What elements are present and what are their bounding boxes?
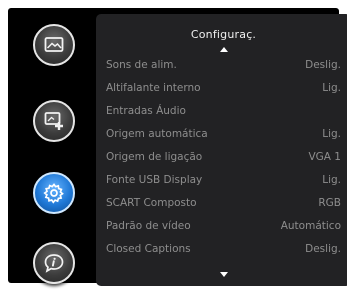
- menu-title: Configuraç.: [190, 28, 257, 41]
- row-value: Lig.: [322, 174, 341, 186]
- row-value: Lig.: [322, 82, 341, 94]
- row-value: Deslig.: [305, 243, 341, 255]
- menu-row-closed-captions[interactable]: Closed Captions Deslig.: [106, 240, 341, 258]
- row-label: SCART Composto: [106, 197, 197, 209]
- row-label: Sons de alim.: [106, 59, 177, 71]
- menu-row-usb-display-source[interactable]: Fonte USB Display Lig.: [106, 171, 341, 189]
- settings-menu-panel: Configuraç. Sons de alim. Deslig. Altifa…: [96, 14, 347, 286]
- scroll-down-arrow[interactable]: [219, 272, 228, 277]
- sidebar-item-information[interactable]: [33, 242, 75, 284]
- menu-row-scart-composite[interactable]: SCART Composto RGB: [106, 194, 341, 212]
- row-label: Altifalante interno: [106, 82, 201, 94]
- row-label: Closed Captions: [106, 243, 191, 255]
- menu-row-startup-source[interactable]: Origem de ligação VGA 1: [106, 148, 341, 166]
- row-value: VGA 1: [308, 151, 341, 163]
- row-label: Padrão de vídeo: [106, 220, 191, 232]
- sidebar-item-picture[interactable]: [33, 24, 75, 66]
- row-value: Deslig.: [305, 59, 341, 71]
- menu-row-internal-speaker[interactable]: Altifalante interno Lig.: [106, 79, 341, 97]
- row-value: Automático: [280, 220, 341, 232]
- scroll-up-arrow[interactable]: [219, 47, 228, 52]
- menu-row-video-standard[interactable]: Padrão de vídeo Automático: [106, 217, 341, 235]
- menu-row-power-sounds[interactable]: Sons de alim. Deslig.: [106, 56, 341, 74]
- osd-window: Configuraç. Sons de alim. Deslig. Altifa…: [8, 8, 347, 286]
- row-label: Origem automática: [106, 128, 208, 140]
- sidebar: [8, 8, 98, 284]
- menu-row-auto-source[interactable]: Origem automática Lig.: [106, 125, 341, 143]
- menu-row-audio-inputs[interactable]: Entradas Áudio: [106, 102, 341, 120]
- row-label: Origem de ligação: [106, 151, 203, 163]
- sidebar-item-advanced[interactable]: [33, 100, 75, 142]
- row-value: RGB: [318, 197, 341, 209]
- row-label: Fonte USB Display: [106, 174, 203, 186]
- row-label: Entradas Áudio: [106, 105, 186, 117]
- row-value: Lig.: [322, 128, 341, 140]
- sidebar-item-settings[interactable]: [33, 172, 75, 214]
